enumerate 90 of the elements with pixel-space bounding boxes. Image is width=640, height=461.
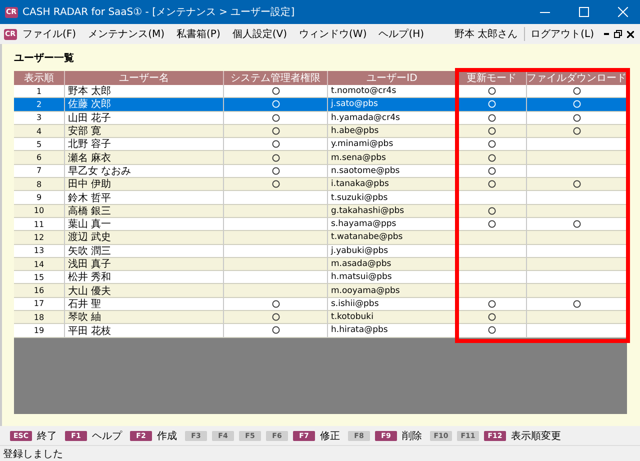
column-header[interactable]: ユーザーID — [328, 71, 457, 85]
name-cell[interactable]: 山田 花子 — [65, 112, 224, 125]
user-id-cell[interactable]: h.matsui@pbs — [328, 271, 457, 284]
status-message: 登録しました — [0, 446, 640, 461]
close-icon — [618, 7, 628, 17]
name-cell[interactable]: 渡辺 武史 — [65, 231, 224, 245]
menu-item[interactable]: メンテナンス(M) — [82, 25, 171, 43]
user-id-cell[interactable]: m.sena@pbs — [328, 151, 457, 165]
user-id-cell[interactable]: t.suzuki@pbs — [328, 191, 457, 205]
logout-link[interactable]: ログアウト(L) — [524, 25, 600, 43]
user-id-cell[interactable]: i.tanaka@pbs — [328, 178, 457, 192]
close-button[interactable] — [624, 28, 636, 40]
menu-item[interactable]: 個人設定(V) — [226, 25, 294, 43]
name-cell[interactable]: 北野 容子 — [65, 138, 224, 152]
order-cell[interactable]: 18 — [14, 311, 65, 324]
circle-mark-icon — [572, 300, 580, 308]
circle-mark-icon — [572, 220, 580, 228]
circle-mark-icon — [572, 180, 580, 188]
order-cell[interactable]: 12 — [14, 231, 65, 245]
order-cell[interactable]: 11 — [14, 218, 65, 232]
order-cell[interactable]: 3 — [14, 112, 65, 125]
order-cell[interactable]: 13 — [14, 244, 65, 258]
order-cell[interactable]: 19 — [14, 324, 65, 338]
window-title: CASH RADAR for SaaS① - [メンテナンス > ユーザー設定] — [22, 6, 296, 19]
user-id-cell[interactable]: n.saotome@pbs — [328, 164, 457, 178]
name-cell[interactable]: 鈴木 哲平 — [65, 191, 224, 205]
menu-item[interactable]: 私書箱(P) — [170, 25, 226, 43]
user-id-cell[interactable]: s.ishii@pbs — [328, 298, 457, 312]
name-cell[interactable]: 松井 秀和 — [65, 271, 224, 284]
order-cell[interactable]: 2 — [14, 98, 65, 112]
user-id-cell[interactable]: h.yamada@cr4s — [328, 112, 457, 125]
restore-icon — [614, 30, 622, 38]
name-cell[interactable]: 琴吹 紬 — [65, 311, 224, 324]
name-cell[interactable]: 瀬名 麻衣 — [65, 151, 224, 165]
menu-item[interactable]: ファイル(F) — [16, 25, 82, 43]
user-id-cell[interactable]: t.watanabe@pbs — [328, 231, 457, 245]
user-id-cell[interactable]: m.ooyama@pbs — [328, 284, 457, 298]
order-cell[interactable]: 7 — [14, 164, 65, 178]
name-cell[interactable]: 浅田 真子 — [65, 258, 224, 272]
function-key-label: 修正 — [320, 430, 340, 442]
order-cell[interactable]: 1 — [14, 85, 65, 98]
name-cell[interactable]: 矢吹 潤三 — [65, 244, 224, 258]
user-id-cell[interactable]: t.nomoto@cr4s — [328, 85, 457, 98]
user-id-cell[interactable]: j.sato@pbs — [328, 98, 457, 112]
user-name: 野本 太郎さん — [454, 27, 525, 41]
column-header[interactable]: ユーザー名 — [65, 71, 224, 85]
column-header[interactable]: システム管理者権限 — [224, 71, 328, 85]
name-cell[interactable]: 平田 花枝 — [65, 324, 224, 338]
user-id-cell[interactable]: j.yabuki@pbs — [328, 244, 457, 258]
function-key-label: 作成 — [157, 430, 177, 442]
order-cell[interactable]: 14 — [14, 258, 65, 272]
name-cell[interactable]: 大山 優夫 — [65, 284, 224, 298]
user-id-cell[interactable]: m.asada@pbs — [328, 258, 457, 272]
name-cell[interactable]: 安部 寛 — [65, 124, 224, 138]
maximize-icon — [579, 7, 589, 17]
close-icon — [626, 30, 634, 38]
user-id-cell[interactable]: h.abe@pbs — [328, 124, 457, 138]
function-key-label: 終了 — [37, 430, 57, 442]
page-heading: ユーザー一覧 — [14, 52, 75, 66]
menu-item[interactable]: ヘルプ(H) — [372, 25, 430, 43]
order-cell[interactable]: 9 — [14, 191, 65, 205]
order-cell[interactable]: 8 — [14, 178, 65, 192]
order-cell[interactable]: 6 — [14, 151, 65, 165]
user-id-cell[interactable]: y.minami@pbs — [328, 138, 457, 152]
name-cell[interactable]: 早乙女 なおみ — [65, 164, 224, 178]
function-key-label: 削除 — [402, 430, 422, 442]
order-cell[interactable]: 4 — [14, 124, 65, 138]
menu-item[interactable]: ウィンドウ(W) — [293, 25, 373, 43]
order-cell[interactable]: 10 — [14, 204, 65, 218]
user-id-cell[interactable]: s.hayama@pps — [328, 218, 457, 232]
name-cell[interactable]: 石井 聖 — [65, 298, 224, 312]
column-header[interactable]: 更新モード — [457, 71, 527, 85]
order-cell[interactable]: 5 — [14, 138, 65, 152]
function-key-label: 表示順変更 — [511, 430, 561, 442]
user-id-cell[interactable]: t.kotobuki — [328, 311, 457, 324]
restore-button[interactable] — [612, 28, 624, 40]
minimize-icon — [604, 33, 608, 35]
order-cell[interactable]: 16 — [14, 284, 65, 298]
column-header[interactable]: 表示順 — [14, 71, 65, 85]
order-cell[interactable]: 17 — [14, 298, 65, 312]
name-cell[interactable]: 野本 太郎 — [65, 85, 224, 98]
user-id-cell[interactable]: g.takahashi@pbs — [328, 204, 457, 218]
name-cell[interactable]: 葉山 真一 — [65, 218, 224, 232]
order-cell[interactable]: 15 — [14, 271, 65, 284]
function-key-label: ヘルプ — [92, 430, 122, 442]
name-cell[interactable]: 佐藤 次郎 — [65, 98, 224, 112]
user-id-cell[interactable]: h.hirata@pbs — [328, 324, 457, 338]
name-cell[interactable]: 高橋 銀三 — [65, 204, 224, 218]
column-header[interactable]: ファイルダウンロード — [527, 71, 627, 85]
name-cell[interactable]: 田中 伊助 — [65, 178, 224, 192]
